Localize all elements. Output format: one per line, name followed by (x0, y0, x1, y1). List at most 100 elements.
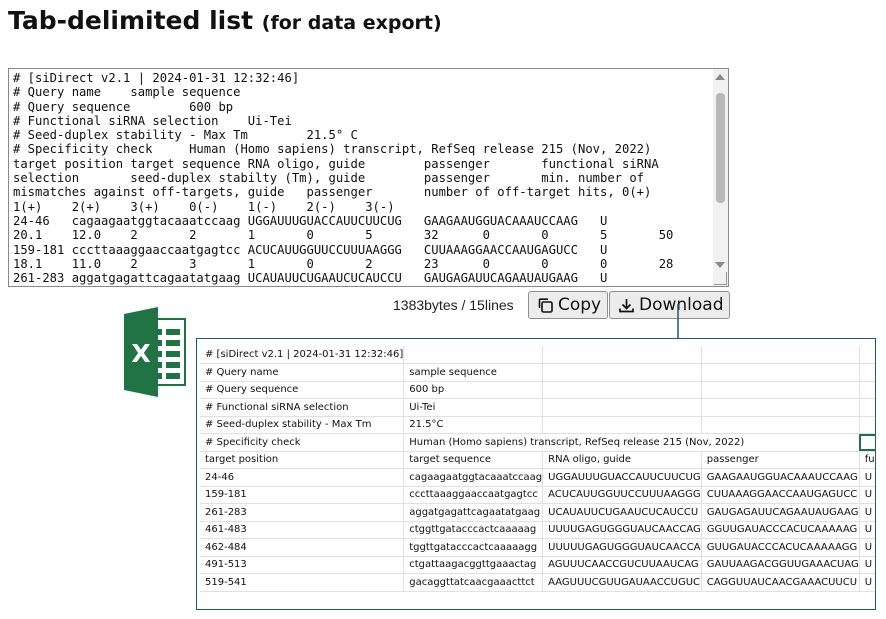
sheet-cell (701, 398, 860, 417)
sheet-cell: U (859, 468, 875, 487)
sheet-cell (542, 416, 702, 434)
excel-preview: # [siDirect v2.1 | 2024-01-31 12:32:46] #… (196, 338, 876, 610)
sheet-cell: AGUUUCAACCGUCUUAAUCAG (542, 556, 702, 574)
download-icon (619, 298, 634, 312)
sheet-row: 519-541 gacaggttatcaacgaaacttct AAGUUUCGUU… (200, 573, 875, 592)
sheet-cell: 461-483 (200, 521, 405, 539)
sheet-cell: GAAGAAUGGUACAAAUCCAAG (701, 468, 860, 487)
page-title: Tab-delimited list (for data export) (8, 6, 442, 35)
vertical-scrollbar[interactable] (713, 69, 728, 286)
sheet-row: 462-484 tggttgatacccactcaaaaagg UUUUUGAGUG… (200, 538, 875, 557)
scrollbar-thumb[interactable] (716, 93, 725, 203)
sheet-row: # Seed-duplex stability - Max Tm 21.5°C (200, 416, 875, 434)
sheet-cell: U (859, 503, 875, 522)
textarea-content[interactable]: # [siDirect v2.1 | 2024-01-31 12:32:46] … (9, 69, 718, 286)
sheet-cell: AAGUUUCGUUGAUAACCUGUC (542, 573, 702, 592)
sheet-cell: ACUCAUUGGUUCCUUUAAGGG (542, 486, 702, 504)
scroll-down-arrow[interactable] (715, 262, 725, 268)
sheet-cell: GAUUAAGACGGUUGAAACUAG (701, 556, 860, 574)
sheet-cell: ctggttgatacccactcaaaaag (403, 521, 544, 539)
sheet-cell: GGUUGAUACCCACUCAAAAAG (701, 521, 860, 539)
sheet-cell: 600 bp (403, 381, 544, 399)
copy-button[interactable]: Copy (528, 291, 608, 319)
sheet-cell: cccttaaaggaaccaatgagtcc (403, 486, 544, 504)
copy-icon (538, 297, 553, 313)
sheet-cell: target position (200, 451, 405, 469)
sheet-cell (859, 416, 875, 434)
sheet-cell: 21.5°C (403, 416, 544, 434)
sheet-cell: GUUGAUACCCACUCAAAAAGG (701, 538, 860, 557)
sheet-cell: cagaagaatggtacaaatccaag (403, 468, 544, 487)
sheet-cell: 491-513 (200, 556, 405, 574)
sheet-cell: CUUAAAGGAACCAAUGAGUCC (701, 486, 860, 504)
sheet-row: 159-181 cccttaaaggaaccaatgagtcc ACUCAUUGGU… (200, 486, 875, 504)
sheet-cell (403, 346, 544, 364)
sheet-cell: sample sequence (403, 363, 544, 382)
sheet-cell: U (859, 538, 875, 557)
sheet-cell: UUUUUGAGUGGGUAUCAACCA (542, 538, 702, 557)
sheet-cell: 261-283 (200, 503, 405, 522)
spreadsheet-table: # [siDirect v2.1 | 2024-01-31 12:32:46] #… (200, 346, 875, 592)
sheet-row: 261-283 aggatgagattcagaatatgaag UCAUAUUCUG… (200, 503, 875, 522)
sheet-cell: U (859, 556, 875, 574)
sheet-cell: passenger (701, 451, 860, 469)
copy-label: Copy (558, 295, 602, 315)
sheet-cell: U (859, 486, 875, 504)
sheet-cell (701, 381, 860, 399)
sheet-cell: target sequence (403, 451, 544, 469)
sheet-row: target position target sequence RNA oligo,… (200, 451, 875, 469)
sheet-cell: # Query name (200, 363, 405, 382)
sheet-cell (542, 398, 702, 417)
sheet-cell (859, 363, 875, 382)
sheet-cell: gacaggttatcaacgaaacttct (403, 573, 544, 592)
download-button[interactable]: Download (609, 291, 730, 319)
sheet-cell: U (859, 521, 875, 539)
title-main: Tab-delimited list (8, 6, 254, 35)
sheet-cell (542, 363, 702, 382)
sheet-cell: Human (Homo sapiens) transcript, RefSeq … (403, 433, 860, 452)
sheet-cell: aggatgagattcagaatatgaag (403, 503, 544, 522)
size-line-count: 1383bytes / 15lines (393, 297, 514, 313)
sheet-row: # [siDirect v2.1 | 2024-01-31 12:32:46] (200, 346, 875, 364)
sheet-cell: tggttgatacccactcaaaaagg (403, 538, 544, 557)
sheet-cell: GAUGAGAUUCAGAAUAUGAAG (701, 503, 860, 522)
sheet-cell: 519-541 (200, 573, 405, 592)
sheet-cell: 159-181 (200, 486, 405, 504)
sheet-row: # Specificity check Human (Homo sapiens) … (200, 433, 875, 452)
sheet-cell (542, 381, 702, 399)
resize-grip[interactable] (714, 272, 727, 285)
download-label: Download (639, 295, 724, 315)
sheet-cell: ctgattaagacggttgaaactag (403, 556, 544, 574)
sheet-cell (701, 363, 860, 382)
sheet-row: # Query name sample sequence (200, 363, 875, 382)
sheet-cell: CAGGUUAUCAACGAAACUUCU (701, 573, 860, 592)
sheet-cell: 462-484 (200, 538, 405, 557)
excel-icon: X (124, 307, 186, 397)
sheet-cell: UCAUAUUCUGAAUCUCAUCCU (542, 503, 702, 522)
sheet-row: # Functional siRNA selection Ui-Tei (200, 398, 875, 417)
sheet-cell (542, 346, 702, 364)
sheet-cell (859, 433, 875, 452)
sheet-row: 461-483 ctggttgatacccactcaaaaag UUUUGAGUGG… (200, 521, 875, 539)
sheet-cell (859, 381, 875, 399)
sheet-cell (859, 346, 875, 364)
sheet-cell: # Functional siRNA selection (200, 398, 405, 417)
sheet-cell (859, 398, 875, 417)
title-subtitle: (for data export) (261, 12, 442, 34)
sheet-cell (701, 346, 860, 364)
scroll-up-arrow[interactable] (715, 74, 725, 80)
sheet-cell: functional siRNA (859, 451, 875, 469)
sheet-row: 491-513 ctgattaagacggttgaaactag AGUUUCAACC… (200, 556, 875, 574)
sheet-cell: U (859, 573, 875, 592)
sheet-cell: UGGAUUUGUACCAUUCUUCUG (542, 468, 702, 487)
excel-letter: X (131, 339, 150, 368)
sheet-cell (701, 416, 860, 434)
sheet-cell: UUUUGAGUGGGUAUCAACCAG (542, 521, 702, 539)
sheet-row: 24-46 cagaagaatggtacaaatccaag UGGAUUUGUACC… (200, 468, 875, 487)
sheet-cell: # Query sequence (200, 381, 405, 399)
tab-delimited-textarea[interactable]: # [siDirect v2.1 | 2024-01-31 12:32:46] … (8, 68, 729, 287)
sheet-cell: # Seed-duplex stability - Max Tm (200, 416, 405, 434)
spreadsheet-body: # [siDirect v2.1 | 2024-01-31 12:32:46] #… (200, 346, 875, 592)
sheet-cell: Ui-Tei (403, 398, 544, 417)
sheet-cell: # [siDirect v2.1 | 2024-01-31 12:32:46] (200, 346, 405, 364)
